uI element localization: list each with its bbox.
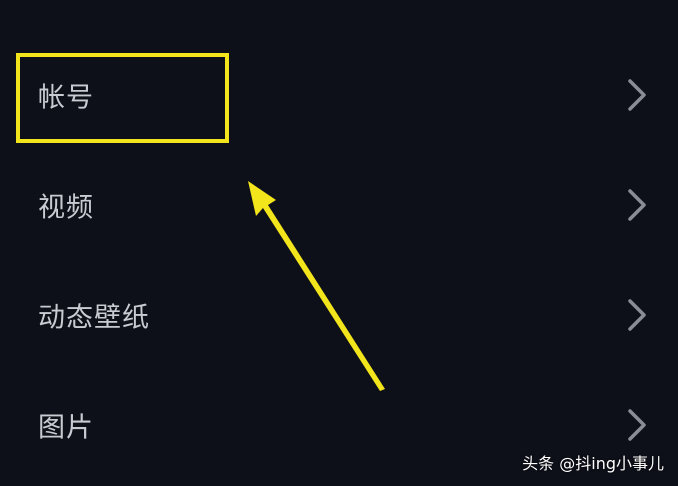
chevron-right-icon <box>628 79 646 111</box>
settings-item-live-wallpaper[interactable]: 动态壁纸 <box>0 260 678 370</box>
watermark: 头条 @抖ing小事儿 <box>522 454 664 473</box>
settings-item-label: 帐号 <box>38 82 94 114</box>
settings-screen: { "settings": { "items": [ {"label": "帐号… <box>0 0 678 486</box>
chevron-right-icon <box>628 299 646 331</box>
settings-item-video[interactable]: 视频 <box>0 150 678 260</box>
chevron-right-icon <box>628 409 646 441</box>
chevron-right-icon <box>628 189 646 221</box>
settings-item-account[interactable]: 帐号 <box>0 40 678 150</box>
settings-item-label: 视频 <box>38 192 94 224</box>
settings-list: 帐号 视频 动态壁纸 图片 <box>0 40 678 480</box>
settings-item-label: 图片 <box>38 412 94 444</box>
settings-item-label: 动态壁纸 <box>38 302 150 334</box>
